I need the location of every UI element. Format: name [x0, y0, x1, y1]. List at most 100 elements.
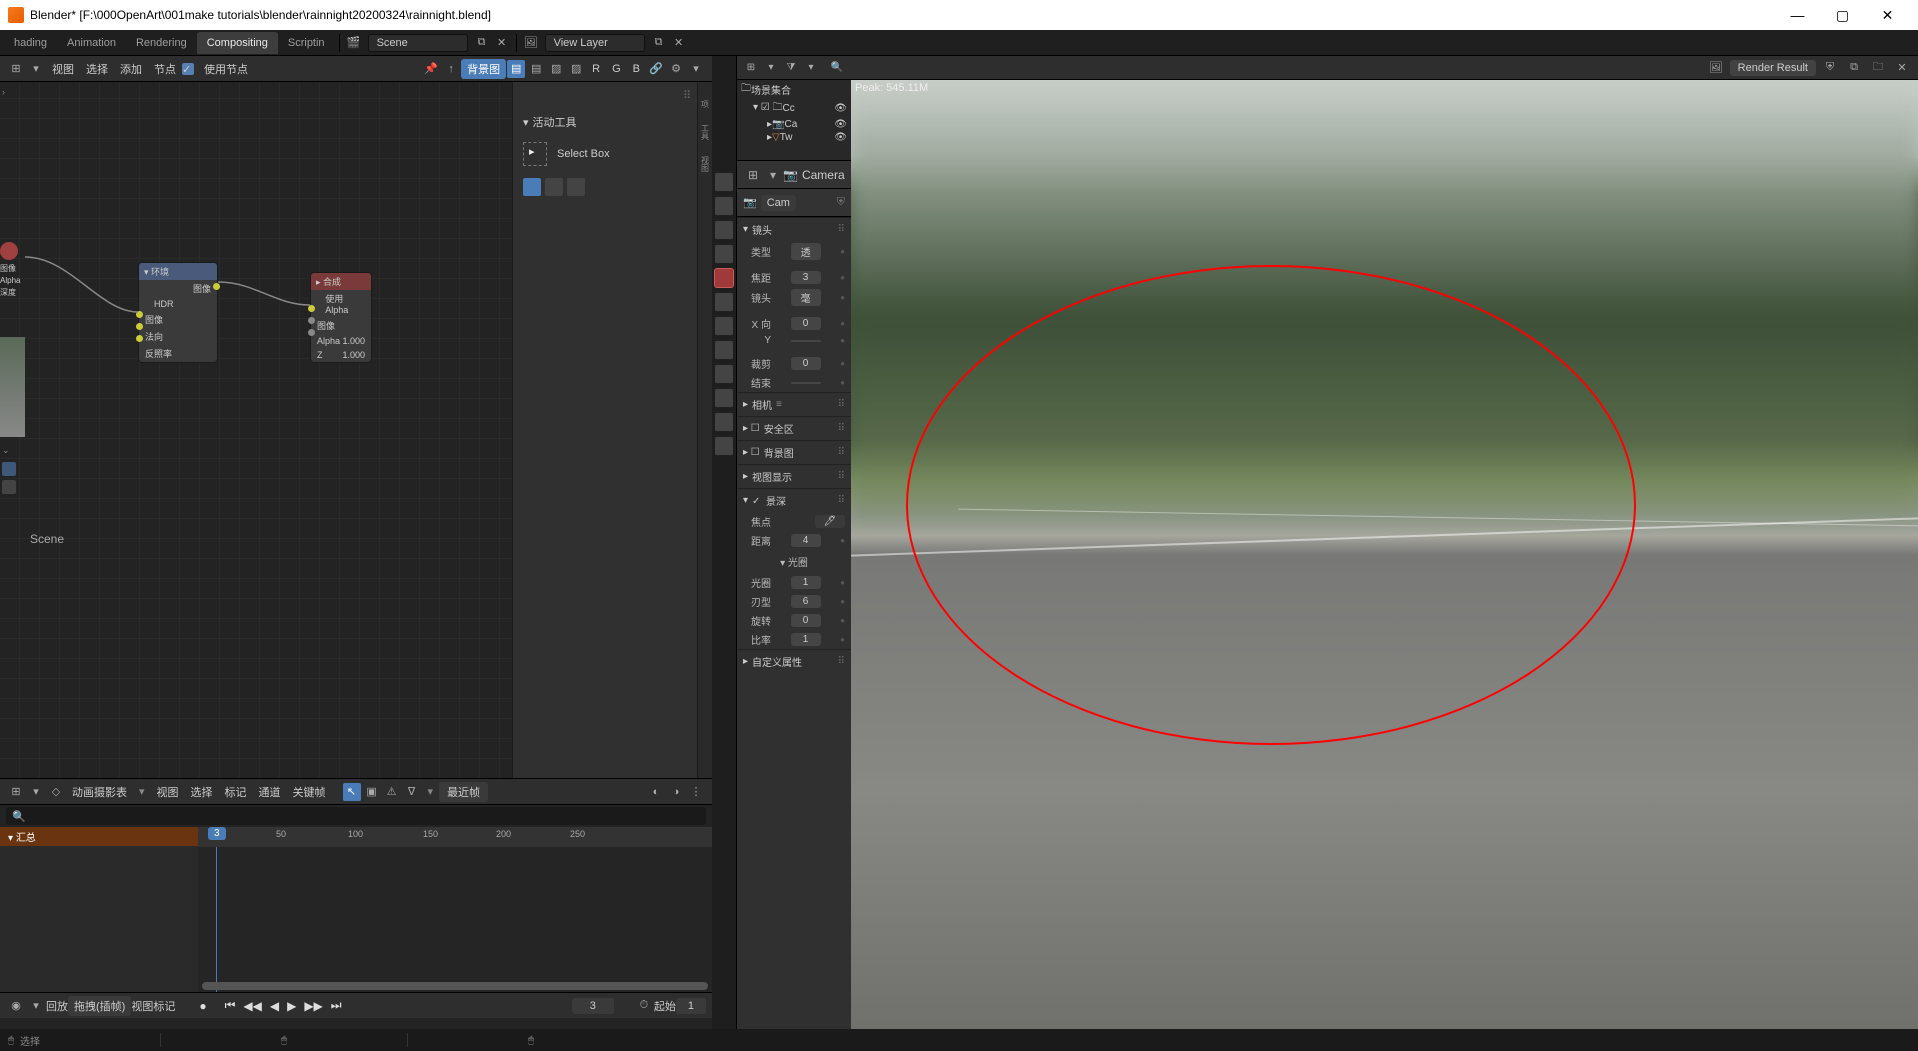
tab-render-icon[interactable] — [715, 173, 733, 191]
jump-end-icon[interactable]: ⏭ — [327, 998, 346, 1013]
socket-in-img[interactable] — [308, 305, 315, 312]
btn-r[interactable]: R — [586, 63, 606, 75]
tab-modifier-icon[interactable] — [715, 293, 733, 311]
dof-checkbox[interactable]: ✓ — [752, 496, 762, 506]
environment-node[interactable]: ▾ 环境 图像 HDR 图像 法向 反照率 — [138, 262, 218, 363]
filter-icon[interactable]: ⧩ — [782, 59, 800, 77]
composite-node[interactable]: ▸ 合成 使用 Alpha 图像 Alpha1.000 Z1.000 — [310, 272, 372, 363]
render-image[interactable] — [851, 80, 1918, 1029]
bgimg-panel-header[interactable]: ▸ ☐ 背景图⠿ — [737, 440, 851, 464]
tab-rendering[interactable]: Rendering — [126, 37, 197, 49]
auto-key-icon[interactable]: ● — [195, 999, 210, 1013]
playhead[interactable] — [216, 847, 217, 992]
dropdown-icon[interactable]: ▾ — [27, 60, 45, 78]
mode-label[interactable]: 动画摄影表 — [66, 784, 133, 800]
menu-key[interactable]: 关键帧 — [287, 784, 332, 800]
lens-unit[interactable]: 毫 — [791, 289, 821, 306]
select-mode-1-icon[interactable] — [523, 178, 541, 196]
search-input[interactable] — [26, 809, 700, 824]
menu-select[interactable]: 选择 — [185, 784, 219, 800]
channel-search[interactable]: 🔍 — [6, 807, 706, 825]
clip-end[interactable] — [791, 382, 821, 384]
tab-view[interactable]: 视图 — [700, 156, 711, 172]
lens-type[interactable]: 透 — [791, 243, 821, 260]
rotation[interactable]: 0 — [791, 614, 821, 627]
marker-menu[interactable]: 标记 — [153, 998, 175, 1014]
dof-panel-header[interactable]: ▾ ✓景深⠿ — [737, 488, 851, 512]
socket-in-3[interactable] — [136, 335, 143, 342]
data-name[interactable]: Cam — [761, 195, 796, 211]
dropdown-icon[interactable]: ▾ — [27, 997, 45, 1015]
close-button[interactable]: ✕ — [1865, 0, 1910, 30]
tab-data-icon[interactable] — [715, 389, 733, 407]
start-frame-input[interactable]: 1 — [676, 998, 706, 1014]
btn-b[interactable]: ◑ — [667, 783, 685, 801]
dropdown-icon[interactable]: ▾ — [27, 783, 45, 801]
arrow-up-icon[interactable]: ↑ — [442, 60, 460, 78]
camera-panel-header[interactable]: ▸ 相机 ≡⠿ — [737, 392, 851, 416]
safe-panel-header[interactable]: ▸ ☐ 安全区⠿ — [737, 416, 851, 440]
scene-selector[interactable]: Scene — [368, 34, 468, 52]
pass1-icon[interactable]: ▤ — [507, 60, 525, 78]
socket-in-z[interactable] — [308, 329, 315, 336]
icon-b[interactable] — [2, 480, 16, 494]
socket-in-2[interactable] — [136, 323, 143, 330]
tab-particle-icon[interactable] — [715, 317, 733, 335]
menu-node[interactable]: 节点 — [148, 61, 182, 77]
copy-layer-icon[interactable]: ⧉ — [650, 34, 668, 52]
close-icon[interactable]: ✕ — [1893, 59, 1911, 77]
menu-mark[interactable]: 标记 — [219, 784, 253, 800]
tab-sp2-icon[interactable] — [715, 437, 733, 455]
compositor-editor[interactable]: › 图像 Alpha 深度 ⌄ ▾ 环境 图像 HDR 图像 — [0, 82, 712, 778]
shift-x[interactable]: 0 — [791, 317, 821, 330]
focus-object[interactable]: 🖊 — [815, 515, 845, 528]
play-fwd-icon[interactable]: ▶ — [283, 999, 300, 1013]
pass4-icon[interactable]: ▨ — [567, 60, 585, 78]
btn-c[interactable]: ⋮ — [687, 783, 705, 801]
tab-output-icon[interactable] — [715, 197, 733, 215]
socket-in-1[interactable] — [136, 311, 143, 318]
tab-scripting[interactable]: Scriptin — [278, 37, 335, 49]
chevron-icon[interactable]: ⌄ — [2, 445, 10, 456]
use-alpha-checkbox[interactable] — [317, 299, 325, 308]
tab-world-icon[interactable] — [715, 245, 733, 263]
snap-mode[interactable]: 最近帧 — [439, 782, 488, 802]
lens-panel-header[interactable]: ▾ 镜头⠿ — [737, 217, 851, 241]
tab-constraint-icon[interactable] — [715, 365, 733, 383]
cursor-icon[interactable]: ↖ — [343, 783, 361, 801]
timeline-ruler[interactable]: 3 50 100 150 200 250 — [198, 827, 712, 847]
editor-type-icon[interactable]: ⊞ — [7, 783, 25, 801]
next-key-icon[interactable]: ▶▶ — [300, 999, 326, 1013]
editor-type-icon[interactable]: ⊞ — [7, 60, 25, 78]
btn-a[interactable]: ◐ — [647, 783, 665, 801]
ratio[interactable]: 1 — [791, 633, 821, 646]
outliner-type-icon[interactable]: ⊞ — [742, 59, 760, 77]
blades[interactable]: 6 — [791, 595, 821, 608]
play-rev-icon[interactable]: ◀ — [266, 999, 283, 1013]
btn-b[interactable]: B — [627, 63, 646, 75]
scene-collection-row[interactable]: 🗀 场景集合 — [737, 80, 851, 99]
current-frame-marker[interactable]: 3 — [208, 827, 226, 840]
link-icon[interactable]: 🔗 — [647, 60, 665, 78]
socket-out[interactable] — [213, 283, 220, 290]
tab-physics-icon[interactable] — [715, 341, 733, 359]
render-result-slot[interactable]: Render Result — [1730, 60, 1816, 76]
timer-icon[interactable]: ⏱ — [635, 997, 653, 1015]
focus-distance[interactable]: 4 — [791, 534, 821, 547]
tab-object-icon[interactable] — [715, 269, 733, 287]
backdrop-button[interactable]: 背景图 — [461, 59, 506, 79]
minimize-button[interactable]: — — [1775, 0, 1820, 30]
focal-length[interactable]: 3 — [791, 271, 821, 284]
pin-icon[interactable]: 📌 — [422, 60, 440, 78]
keying-mode[interactable]: 拖拽(插帧) — [68, 996, 131, 1016]
tab-shading[interactable]: hading — [4, 37, 57, 49]
menu-view[interactable]: 视图 — [151, 784, 185, 800]
view-menu[interactable]: 视图 — [131, 998, 153, 1014]
icon-a[interactable] — [2, 462, 16, 476]
shield-icon[interactable]: ⛨ — [837, 196, 845, 209]
image-icon[interactable]: 🖼 — [1707, 59, 1725, 77]
hdr-checkbox[interactable] — [145, 300, 154, 309]
mode-icon[interactable]: ◇ — [47, 783, 65, 801]
playback-menu[interactable]: 回放 — [46, 998, 68, 1014]
select-mode-3-icon[interactable] — [567, 178, 585, 196]
